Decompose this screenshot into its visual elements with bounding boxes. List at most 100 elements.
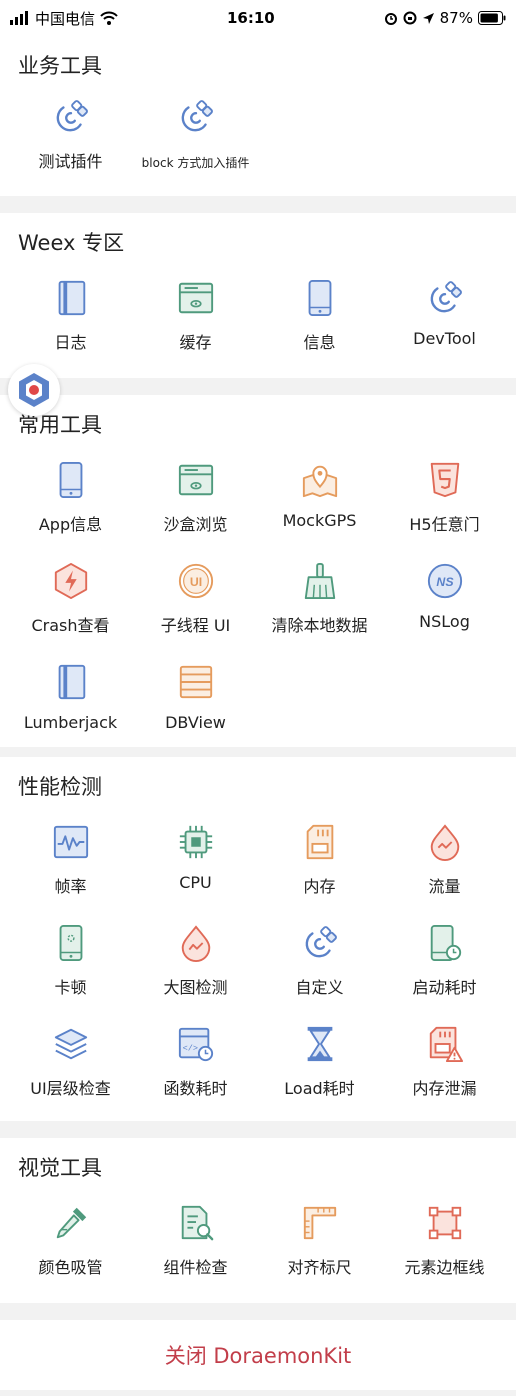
tool-label: 流量 <box>428 877 461 896</box>
cache-icon <box>178 282 213 314</box>
tool-clear-data[interactable]: 清除本地数据 <box>255 562 384 648</box>
svg-text:</>: </> <box>182 1044 197 1054</box>
tool-label: 测试插件 <box>38 152 103 171</box>
tool-weex-cache[interactable]: 缓存 <box>131 279 260 365</box>
memory-card-icon <box>306 824 333 860</box>
tool-label: App信息 <box>38 515 103 534</box>
tool-label: 颜色吸管 <box>38 1258 103 1277</box>
battery-icon <box>477 11 506 25</box>
signal-icon <box>10 11 28 25</box>
tool-label: 清除本地数据 <box>271 616 368 635</box>
tool-traffic[interactable]: 流量 <box>380 823 509 909</box>
tool-label: 元素边框线 <box>404 1258 485 1277</box>
tool-component-check[interactable]: 组件检查 <box>131 1204 260 1290</box>
tool-label: 信息 <box>303 333 336 352</box>
doraemon-floating-button[interactable] <box>8 364 60 416</box>
tool-label: 帧率 <box>54 877 87 896</box>
tool-big-image[interactable]: 大图检测 <box>131 924 260 1010</box>
tool-label: 内存泄漏 <box>412 1079 477 1098</box>
tool-app-info[interactable]: App信息 <box>6 461 135 547</box>
svg-text:UI: UI <box>189 575 201 589</box>
tool-label: 日志 <box>54 333 87 352</box>
tool-dbview[interactable]: DBView <box>131 663 260 749</box>
tool-load-time[interactable]: Load耗时 <box>255 1025 384 1111</box>
section-title: Weex 专区 <box>18 231 125 255</box>
tool-weex-log[interactable]: 日志 <box>6 279 135 365</box>
eyedropper-icon <box>56 1207 86 1239</box>
tool-label: 自定义 <box>295 978 344 997</box>
section-common-tools: 常用工具 App信息 沙盒浏览 MockGPS H5任意门 Crash查看 UI… <box>0 395 516 747</box>
lag-phone-icon <box>59 924 82 962</box>
component-search-icon <box>181 1205 213 1241</box>
cpu-icon <box>179 825 212 859</box>
section-title: 业务工具 <box>18 54 102 78</box>
tool-label: Lumberjack <box>23 713 118 732</box>
tool-align-ruler[interactable]: 对齐标尺 <box>255 1204 384 1290</box>
tool-element-border[interactable]: 元素边框线 <box>380 1204 509 1290</box>
tool-launch-time[interactable]: 启动耗时 <box>380 924 509 1010</box>
tool-block-plugin[interactable]: block 方式加入插件 <box>131 98 260 184</box>
section-visual-tools: 视觉工具 颜色吸管 组件检查 对齐标尺 元素边框线 <box>0 1138 516 1303</box>
map-pin-icon <box>302 465 337 498</box>
tool-nslog[interactable]: NS NSLog <box>380 562 509 648</box>
tool-test-plugin[interactable]: 测试插件 <box>6 98 135 184</box>
broom-icon <box>304 562 335 600</box>
section-business-tools: 业务工具 测试插件 block 方式加入插件 <box>0 36 516 196</box>
tool-ui-hierarchy[interactable]: UI层级检查 <box>6 1025 135 1111</box>
ui-thread-icon: UI <box>178 563 213 599</box>
tool-label: Crash查看 <box>31 616 110 635</box>
tool-label: 大图检测 <box>163 978 228 997</box>
tool-lag[interactable]: 卡顿 <box>6 924 135 1010</box>
tool-label: 内存 <box>303 877 336 896</box>
battery-percent: 87% <box>439 9 473 27</box>
close-doraemonkit-button[interactable]: 关闭 DoraemonKit <box>0 1320 516 1390</box>
log-book-icon <box>58 664 85 700</box>
tool-memory[interactable]: 内存 <box>255 823 384 909</box>
tool-sandbox[interactable]: 沙盒浏览 <box>131 461 260 547</box>
tool-label: CPU <box>179 873 212 892</box>
wifi-icon <box>100 11 118 25</box>
tool-label: 组件检查 <box>163 1258 228 1277</box>
tool-h5-door[interactable]: H5任意门 <box>380 461 509 547</box>
tool-weex-info[interactable]: 信息 <box>255 279 384 365</box>
clock: 16:10 <box>226 9 275 27</box>
traffic-drop-icon <box>430 824 459 861</box>
border-frame-icon <box>428 1206 461 1240</box>
tool-color-picker[interactable]: 颜色吸管 <box>6 1204 135 1290</box>
location-arrow-icon <box>422 12 434 24</box>
svg-text:NS: NS <box>436 575 454 589</box>
ruler-icon <box>303 1206 336 1240</box>
tool-label: DevTool <box>413 329 476 348</box>
magnet-icon <box>305 926 337 958</box>
tool-function-time[interactable]: </> 函数耗时 <box>131 1025 260 1111</box>
fps-icon <box>53 825 88 859</box>
tool-label: H5任意门 <box>409 515 480 534</box>
tool-weex-devtool[interactable]: DevTool <box>380 279 509 365</box>
tool-lumberjack[interactable]: Lumberjack <box>6 663 135 749</box>
tool-crash[interactable]: Crash查看 <box>6 562 135 648</box>
section-weex: Weex 专区 日志 缓存 信息 DevTool <box>0 213 516 378</box>
layers-icon <box>54 1028 87 1060</box>
carrier-name: 中国电信 <box>35 9 96 28</box>
doraemon-logo-icon <box>19 373 49 407</box>
alarm-icon <box>384 13 397 25</box>
tool-label: 卡顿 <box>54 978 87 997</box>
nslog-icon: NS <box>427 563 462 599</box>
tool-label: MockGPS <box>282 511 357 530</box>
image-drop-icon <box>181 925 210 962</box>
rotation-lock-icon <box>403 11 417 25</box>
tool-memory-leak[interactable]: 内存泄漏 <box>380 1025 509 1111</box>
magnet-icon <box>181 100 213 132</box>
launch-time-icon <box>430 924 461 962</box>
tool-sub-thread-ui[interactable]: UI 子线程 UI <box>131 562 260 648</box>
tool-fps[interactable]: 帧率 <box>6 823 135 909</box>
memory-leak-icon <box>429 1026 463 1063</box>
tool-label: DBView <box>165 713 226 732</box>
database-icon <box>179 665 212 699</box>
tool-mock-gps[interactable]: MockGPS <box>255 461 384 547</box>
tool-cpu[interactable]: CPU <box>131 823 260 909</box>
tool-label: 启动耗时 <box>412 978 477 997</box>
tool-label: 子线程 UI <box>160 616 231 635</box>
tool-custom[interactable]: 自定义 <box>255 924 384 1010</box>
tool-label: 对齐标尺 <box>287 1258 352 1277</box>
